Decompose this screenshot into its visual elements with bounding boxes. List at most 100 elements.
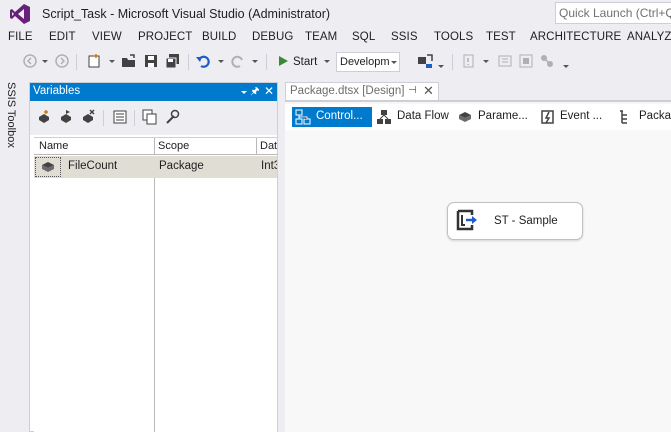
ssis-toolbox-label[interactable]: SSIS Toolbox bbox=[5, 82, 17, 148]
column-header-scope[interactable]: Scope bbox=[158, 140, 189, 152]
chevron-down-icon[interactable] bbox=[109, 60, 115, 63]
save-icon[interactable] bbox=[143, 53, 159, 69]
open-file-icon[interactable] bbox=[121, 53, 137, 69]
menu-debug[interactable]: DEBUG bbox=[252, 31, 293, 43]
variables-grid: Name Scope Data FileCount Package Int3 bbox=[34, 137, 277, 432]
chevron-down-icon[interactable] bbox=[252, 60, 258, 63]
menu-team[interactable]: TEAM bbox=[305, 31, 337, 43]
chevron-down-icon[interactable] bbox=[438, 65, 444, 68]
move-variable-icon[interactable] bbox=[58, 109, 74, 125]
close-tab-icon[interactable]: ✕ bbox=[423, 83, 434, 99]
layout-icon[interactable] bbox=[497, 53, 513, 69]
column-header-name[interactable]: Name bbox=[39, 140, 68, 152]
toolbar-separator bbox=[134, 110, 135, 126]
delete-variable-icon[interactable] bbox=[80, 109, 96, 125]
navigate-forward-icon[interactable] bbox=[54, 53, 70, 69]
menu-view[interactable]: VIEW bbox=[92, 31, 122, 43]
add-variable-icon[interactable] bbox=[36, 109, 52, 125]
variables-panel-header: Variables 🖈 ✕ bbox=[30, 83, 277, 101]
column-divider[interactable] bbox=[256, 138, 257, 155]
menu-test[interactable]: TEST bbox=[486, 31, 516, 43]
start-debugging-icon[interactable] bbox=[275, 53, 291, 69]
variables-panel: Variables 🖈 ✕ Name Scope Data FileCount … bbox=[29, 82, 278, 432]
package-explorer-icon bbox=[620, 110, 627, 124]
column-header-data-type[interactable]: Data bbox=[260, 140, 277, 152]
menu-analyze[interactable]: ANALYZE bbox=[627, 31, 671, 43]
connection-managers-icon[interactable] bbox=[539, 53, 555, 69]
chevron-down-icon[interactable] bbox=[391, 61, 397, 64]
toolbar-separator bbox=[76, 54, 77, 70]
variable-icon bbox=[42, 162, 54, 172]
toolbar-separator bbox=[188, 54, 189, 70]
event-handlers-icon bbox=[541, 110, 554, 124]
variable-name-cell[interactable]: FileCount bbox=[68, 160, 117, 172]
variable-data-type-cell[interactable]: Int3 bbox=[261, 160, 277, 172]
tab-label[interactable]: Package.dtsx [Design] bbox=[290, 85, 404, 97]
quick-launch-input[interactable]: Quick Launch (Ctrl+Q) bbox=[555, 2, 671, 24]
table-row[interactable]: FileCount Package Int3 bbox=[34, 156, 277, 178]
control-flow-icon bbox=[295, 109, 311, 125]
chevron-down-icon[interactable] bbox=[483, 60, 489, 63]
chevron-down-icon[interactable] bbox=[42, 60, 48, 63]
script-task-box[interactable]: ST - Sample bbox=[447, 202, 583, 240]
tab-label[interactable]: Data Flow bbox=[397, 110, 449, 122]
save-all-icon[interactable] bbox=[165, 53, 181, 69]
redo-icon[interactable] bbox=[230, 53, 246, 69]
tab-event-handlers[interactable]: Event ... bbox=[537, 107, 611, 127]
close-icon[interactable]: ✕ bbox=[263, 85, 275, 98]
grid-divider bbox=[154, 178, 155, 432]
window-position-icon[interactable] bbox=[241, 91, 247, 94]
ssis-toolbox-tab[interactable]: SSIS Toolbox bbox=[0, 78, 24, 432]
tab-package-explorer[interactable]: Packa bbox=[615, 107, 671, 127]
pin-icon[interactable]: ⊣ bbox=[408, 85, 417, 96]
grid-options-icon[interactable] bbox=[112, 109, 128, 125]
tab-label[interactable]: Event ... bbox=[560, 110, 602, 122]
document-tab-strip: Package.dtsx [Design] ⊣ ✕ bbox=[285, 82, 671, 100]
copy-icon[interactable] bbox=[142, 109, 158, 125]
column-divider[interactable] bbox=[154, 138, 155, 155]
visual-studio-logo-icon bbox=[10, 4, 30, 24]
script-task-icon bbox=[456, 209, 477, 231]
title-bar: Script_Task - Microsoft Visual Studio (A… bbox=[0, 0, 671, 28]
chevron-down-icon[interactable] bbox=[218, 60, 224, 63]
menu-architecture[interactable]: ARCHITECTURE bbox=[530, 31, 621, 43]
variables-toolbar bbox=[30, 101, 277, 135]
menu-build[interactable]: BUILD bbox=[202, 31, 236, 43]
chevron-down-icon[interactable] bbox=[563, 65, 569, 68]
menu-file[interactable]: FILE bbox=[8, 31, 33, 43]
tab-parameters[interactable]: Parame... bbox=[454, 107, 534, 127]
variable-scope-cell[interactable]: Package bbox=[159, 160, 204, 172]
toolbar-separator bbox=[103, 110, 104, 126]
align-icon[interactable] bbox=[518, 53, 534, 69]
tab-package-design[interactable]: Package.dtsx [Design] ⊣ ✕ bbox=[285, 82, 439, 100]
navigate-back-icon[interactable] bbox=[22, 53, 38, 69]
pin-icon[interactable]: 🖈 bbox=[249, 85, 261, 98]
variables-panel-title: Variables bbox=[33, 85, 81, 97]
tab-label[interactable]: Control... bbox=[316, 110, 363, 122]
toolbar-separator bbox=[452, 54, 453, 70]
menu-tools[interactable]: TOOLS bbox=[434, 31, 473, 43]
breakpoint-icon[interactable] bbox=[460, 53, 476, 69]
ssis-deploy-icon[interactable] bbox=[417, 53, 433, 69]
grid-header: Name Scope Data bbox=[34, 138, 277, 155]
parameters-icon bbox=[459, 112, 471, 122]
task-label[interactable]: ST - Sample bbox=[494, 215, 558, 227]
toolbar-separator bbox=[266, 54, 267, 70]
menu-sql[interactable]: SQL bbox=[352, 31, 375, 43]
parameterize-icon[interactable] bbox=[164, 109, 180, 125]
tab-label[interactable]: Packa bbox=[639, 110, 671, 122]
new-project-icon[interactable] bbox=[86, 53, 102, 69]
tab-label[interactable]: Parame... bbox=[478, 110, 528, 122]
control-flow-canvas[interactable]: ST - Sample bbox=[285, 130, 671, 432]
data-flow-icon bbox=[377, 110, 391, 124]
window-title: Script_Task - Microsoft Visual Studio (A… bbox=[42, 7, 331, 21]
undo-icon[interactable] bbox=[195, 53, 211, 69]
menu-ssis[interactable]: SSIS bbox=[391, 31, 418, 43]
tab-control-flow[interactable]: Control... bbox=[292, 107, 372, 127]
row-selector[interactable] bbox=[35, 157, 61, 177]
menu-project[interactable]: PROJECT bbox=[138, 31, 192, 43]
menu-edit[interactable]: EDIT bbox=[49, 31, 76, 43]
chevron-down-icon[interactable] bbox=[324, 60, 330, 63]
start-button-label[interactable]: Start bbox=[293, 56, 317, 68]
tab-data-flow[interactable]: Data Flow bbox=[373, 107, 453, 127]
